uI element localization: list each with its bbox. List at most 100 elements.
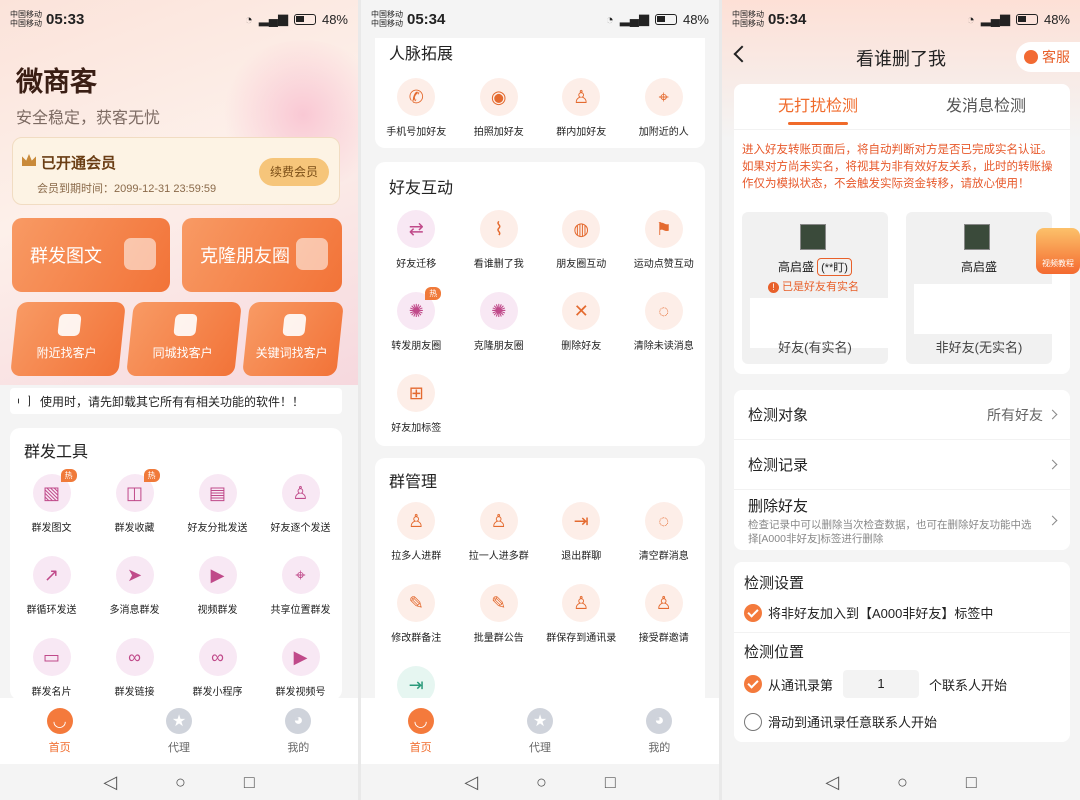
- home-nav-icon[interactable]: ○: [897, 772, 908, 793]
- broadcast-post-button[interactable]: 群发图文: [12, 218, 170, 292]
- citywide-customers-button[interactable]: 同城找客户: [126, 302, 242, 376]
- tab-agent[interactable]: ★ 代理: [134, 707, 224, 755]
- chat-clear-icon: ◌: [644, 292, 683, 330]
- home-icon: ◡: [407, 707, 434, 734]
- tool-item[interactable]: ⌖ 加附近的人: [623, 78, 706, 160]
- app-title: 微商客: [16, 67, 97, 97]
- tab-home[interactable]: ◡ 首页: [15, 707, 105, 755]
- tool-item[interactable]: ⌖ 共享位置群发: [259, 556, 342, 638]
- tab-mine[interactable]: ◕ 我的: [614, 707, 704, 755]
- carrier-label: 中国移动 中国移动: [10, 10, 42, 28]
- building-icon: [173, 314, 198, 336]
- edit-icon: ✎: [479, 584, 518, 622]
- map-icon: ⌖: [281, 556, 320, 594]
- tool-item[interactable]: ➤ 多消息群发: [93, 556, 176, 638]
- tool-item[interactable]: ⊞ 好友加标签: [375, 374, 458, 456]
- demo-caption: 好友(有实名): [778, 340, 852, 355]
- service-icon: [1024, 50, 1038, 64]
- options-card: 检测对象 所有好友 检测记录 删除好友 检查记录中可以删除当次检查数据，也可在删除好…: [734, 390, 1070, 550]
- tool-item[interactable]: ✎ 修改群备注: [375, 584, 458, 666]
- customer-service-button[interactable]: 客服: [1016, 42, 1080, 72]
- signal-icon: ▂▄▆: [619, 11, 649, 26]
- user-icon: ♙: [562, 78, 601, 116]
- back-nav-icon[interactable]: ◁: [825, 772, 839, 793]
- tool-item[interactable]: ⇥ 退出群聊: [540, 502, 623, 584]
- back-nav-icon[interactable]: ◁: [464, 772, 478, 793]
- renew-button[interactable]: 续费会员: [259, 158, 329, 186]
- tool-item[interactable]: ✺ 克隆朋友圈: [458, 292, 541, 374]
- tool-item[interactable]: ⇄ 好友迁移: [375, 210, 458, 292]
- tool-item[interactable]: ◉ 拍照加好友: [458, 78, 541, 160]
- add-tag-option[interactable]: 将非好友加入到【A000非好友】标签中: [734, 603, 1070, 633]
- avatar: [800, 224, 826, 250]
- tab-mine[interactable]: ◕ 我的: [253, 707, 343, 755]
- tab-agent[interactable]: ★ 代理: [495, 707, 585, 755]
- share-icon: ↗: [32, 556, 71, 594]
- tab-bar: ◡ 首页 ★ 代理 ◕ 我的: [361, 698, 719, 764]
- tab-quiet-check[interactable]: 无打扰检测: [734, 84, 902, 129]
- tool-item[interactable]: 热 ▧ 群发图文: [10, 469, 93, 556]
- tool-item[interactable]: ♙ 拉多人进群: [375, 502, 458, 584]
- tool-item[interactable]: ♙ 拉一人进多群: [458, 502, 541, 584]
- keyword-customers-button[interactable]: 关键词找客户: [242, 302, 344, 376]
- vip-title: 已开通会员: [41, 155, 117, 172]
- tool-item[interactable]: ◌ 清除未读消息: [623, 292, 706, 374]
- hot-badge: 热: [143, 469, 160, 482]
- run-icon: ⚑: [644, 210, 683, 248]
- tab-message-check[interactable]: 发消息检测: [902, 84, 1070, 129]
- battery-icon: [293, 13, 316, 25]
- delete-friend-row[interactable]: 删除好友 检查记录中可以删除当次检查数据，也可在删除好友功能中选择[A000非好友…: [734, 490, 1070, 550]
- nearby-customers-button[interactable]: 附近找客户: [10, 302, 126, 376]
- page-title: 看谁删了我: [856, 49, 946, 69]
- tool-item[interactable]: ♙ 接受群邀请: [623, 584, 706, 666]
- recents-nav-icon[interactable]: □: [605, 772, 616, 793]
- chevron-right-icon: [1047, 515, 1058, 525]
- tool-item[interactable]: ▶ 视频群发: [176, 556, 259, 638]
- panel-title: 群管理: [389, 474, 438, 491]
- recents-nav-icon[interactable]: □: [966, 772, 977, 793]
- tool-item[interactable]: ✕ 删除好友: [540, 292, 623, 374]
- radio-checked: [744, 675, 762, 693]
- network-panel: 人脉拓展 ✆ 手机号加好友 ◉ 拍照加好友 ♙ 群内加好友 ⌖ 加附近的人: [375, 30, 705, 148]
- exit-group-icon: ⇥: [562, 502, 601, 540]
- tool-item[interactable]: ◍ 朋友圈互动: [540, 210, 623, 292]
- recents-nav-icon[interactable]: □: [244, 772, 255, 793]
- tool-item[interactable]: ♙ 好友逐个发送: [259, 474, 342, 556]
- tool-item[interactable]: ▤ 好友分批发送: [176, 474, 259, 556]
- position-option[interactable]: 从通讯录第 1 个联系人开始: [734, 670, 1070, 698]
- star-icon: ★: [165, 707, 192, 734]
- back-nav-icon[interactable]: ◁: [103, 772, 117, 793]
- record-row[interactable]: 检测记录: [734, 440, 1070, 490]
- tool-item[interactable]: ♙ 群内加好友: [540, 78, 623, 160]
- back-arrow-icon[interactable]: [733, 45, 751, 63]
- home-nav-icon[interactable]: ○: [175, 772, 186, 793]
- tool-item[interactable]: 热 ◫ 群发收藏: [93, 469, 176, 556]
- mini-program-icon: ∞: [198, 638, 237, 676]
- tool-item[interactable]: 热 ✺ 转发朋友圈: [375, 287, 458, 374]
- scroll-position-option[interactable]: 滑动到通讯录任意联系人开始: [734, 712, 1070, 731]
- video-tutorial-button[interactable]: 视频教程: [1036, 228, 1080, 274]
- clock: 05:33: [46, 10, 85, 28]
- tool-item[interactable]: ↗ 群循环发送: [10, 556, 93, 638]
- clone-moments-button[interactable]: 克隆朋友圈: [182, 218, 342, 292]
- signal-icon: ▂▄▆: [980, 11, 1010, 26]
- tool-item[interactable]: ◌ 清空群消息: [623, 502, 706, 584]
- video-icon: ▶: [198, 556, 237, 594]
- start-index-input[interactable]: 1: [843, 670, 920, 698]
- location-icon: ⌖: [644, 78, 683, 116]
- home-nav-icon[interactable]: ○: [536, 772, 547, 793]
- save-contact-icon: ♙: [562, 584, 601, 622]
- radio-unchecked: [744, 712, 762, 731]
- wifi-icon: ◔: [605, 11, 614, 27]
- tool-item[interactable]: ⚑ 运动点赞互动: [623, 210, 706, 292]
- tag-add-icon: ⊞: [397, 374, 436, 412]
- target-row[interactable]: 检测对象 所有好友: [734, 390, 1070, 440]
- panel-title: 好友互动: [389, 180, 454, 197]
- tool-item[interactable]: ✆ 手机号加好友: [375, 78, 458, 160]
- tool-item[interactable]: ⌇ 看谁删了我: [458, 210, 541, 292]
- tab-home[interactable]: ◡ 首页: [376, 707, 466, 755]
- tool-item[interactable]: ♙ 群保存到通讯录: [540, 584, 623, 666]
- tool-item[interactable]: ✎ 批量群公告: [458, 584, 541, 666]
- broadcast-tools-panel: 群发工具 热 ▧ 群发图文 热 ◫ 群发收藏 ▤ 好友分批发送 ♙ 好友逐个发送 ↗ 群循环发…: [10, 428, 342, 700]
- settings-title: 检测设置: [744, 575, 805, 592]
